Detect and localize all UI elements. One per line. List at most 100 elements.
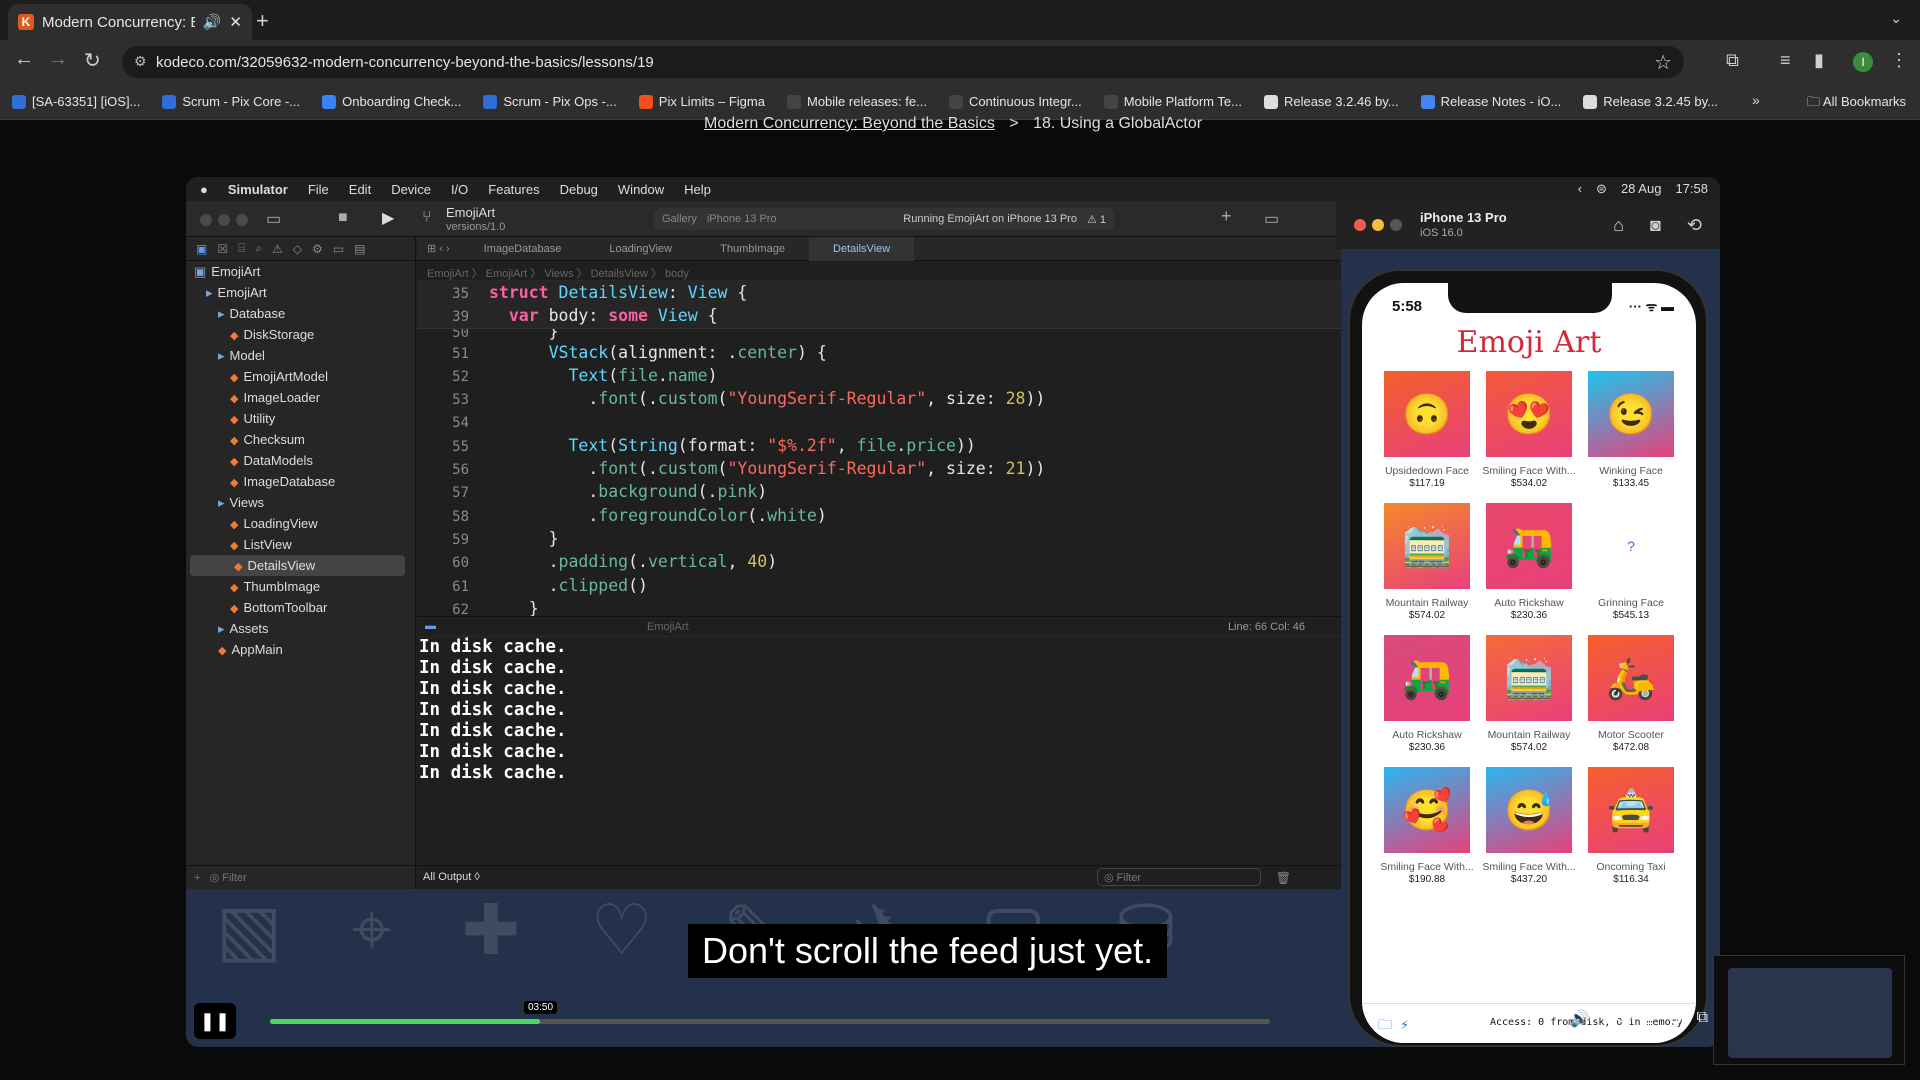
tree-item[interactable]: ◆ ListView	[186, 534, 415, 555]
bookmark-item[interactable]: Pix Limits – Figma	[638, 94, 765, 109]
video-player[interactable]: ● Simulator File Edit Device I/O Features Deb…	[186, 177, 1720, 1047]
avatar[interactable]: I	[1853, 52, 1873, 72]
close-tab-icon[interactable]: ✕	[229, 13, 242, 31]
navigator-filter[interactable]: + ◎ Filter	[186, 865, 416, 889]
emoji-cell[interactable]: 😅 Smiling Face With... $437.20	[1478, 767, 1580, 899]
tree-item[interactable]: ▸ Model	[186, 345, 415, 366]
settings-gear-icon[interactable]: ⚙	[1668, 1009, 1682, 1029]
pause-button[interactable]: ❚❚	[194, 1003, 236, 1039]
media-icon[interactable]: ≡	[1780, 50, 1791, 71]
back-button[interactable]: ←	[14, 48, 34, 71]
mac-menu-item[interactable]: Debug	[560, 182, 598, 197]
grid-icon[interactable]: ⊞ ‹ ›	[417, 242, 460, 255]
site-info-icon[interactable]: ⚙	[134, 53, 147, 70]
mac-menu-item[interactable]: I/O	[451, 182, 468, 197]
bookmark-item[interactable]: Onboarding Check...	[322, 94, 461, 109]
editor-tab[interactable]: DetailsView	[808, 236, 915, 261]
bookmark-item[interactable]: Mobile Platform Te...	[1103, 94, 1242, 109]
code-editor[interactable]: ⊞ ‹ › ImageDatabase LoadingView ThumbImage…	[417, 236, 1341, 889]
stop-button[interactable]: ■	[338, 209, 348, 227]
pip-icon[interactable]: ⧉	[1697, 1009, 1708, 1029]
issue-icon[interactable]: ⚠	[272, 242, 283, 256]
warning-icon[interactable]: ⚠ 1	[1087, 213, 1106, 226]
sim-minimize-light[interactable]	[1372, 219, 1384, 231]
mac-menu-item[interactable]: Device	[391, 182, 431, 197]
emoji-cell[interactable]: 🚞 Mountain Railway $574.02	[1478, 635, 1580, 767]
transcript-icon[interactable]: ≣	[1641, 1009, 1654, 1029]
mac-menu-item[interactable]: Window	[618, 182, 664, 197]
tree-item[interactable]: ▣ EmojiArt	[186, 261, 415, 282]
symbol-icon[interactable]: ⌸	[238, 241, 245, 256]
bookmark-item[interactable]: Scrum - Pix Ops -...	[483, 94, 617, 109]
extensions-icon[interactable]: ⧉	[1726, 50, 1739, 71]
debug-icon[interactable]: ⚙	[312, 242, 323, 256]
emoji-cell[interactable]: 🛺 Auto Rickshaw $230.36	[1376, 635, 1478, 767]
address-bar[interactable]: ⚙ kodeco.com/32059632-modern-concurrency…	[122, 46, 1684, 78]
all-bookmarks[interactable]: 🗀 All Bookmarks	[1807, 93, 1906, 115]
tree-item[interactable]: ◆ EmojiArtModel	[186, 366, 415, 387]
jump-bar[interactable]: EmojiArt 〉 EmojiArt 〉 Views 〉 DetailsVie…	[417, 261, 1341, 281]
emoji-cell[interactable]: 😉 Winking Face $133.45	[1580, 371, 1682, 503]
screenshot-icon[interactable]: ◙	[1650, 215, 1661, 236]
destination-device[interactable]: iPhone 13 Pro	[707, 213, 777, 225]
tree-item[interactable]: ◆ AppMain	[186, 639, 415, 660]
emoji-cell[interactable]: 🛺 Auto Rickshaw $230.36	[1478, 503, 1580, 635]
bookmark-star-icon[interactable]: ☆	[1654, 50, 1672, 75]
run-button[interactable]: ▶	[382, 208, 394, 228]
bookmark-item[interactable]: Release 3.2.46 by...	[1263, 94, 1399, 109]
inspector-toggle-icon[interactable]: ▭	[1264, 209, 1279, 229]
tree-item[interactable]: ◆ LoadingView	[186, 513, 415, 534]
tree-item[interactable]: ◆ DetailsView	[190, 555, 405, 576]
mac-menu-item[interactable]: Edit	[349, 182, 371, 197]
bookmark-item[interactable]: Scrum - Pix Core -...	[162, 94, 300, 109]
find-icon[interactable]: ⌕	[255, 241, 262, 256]
bookmark-item[interactable]: Continuous Integr...	[948, 94, 1082, 109]
tree-item[interactable]: ◆ Checksum	[186, 429, 415, 450]
tree-item[interactable]: ◆ ThumbImage	[186, 576, 415, 597]
mac-menu-item[interactable]: Features	[488, 182, 539, 197]
forward-button[interactable]: →	[48, 48, 68, 71]
tree-item[interactable]: ◆ ImageLoader	[186, 387, 415, 408]
mac-menu-item[interactable]: Help	[684, 182, 711, 197]
home-icon[interactable]: ⌂	[1613, 215, 1624, 236]
speaker-icon[interactable]: 🔊	[203, 13, 222, 31]
test-icon[interactable]: ◇	[293, 242, 302, 256]
sim-zoom-light[interactable]	[1390, 219, 1402, 231]
emoji-cell[interactable]: 🚖 Oncoming Taxi $116.34	[1580, 767, 1682, 899]
bookmark-item[interactable]: [SA-63351] [iOS]...	[12, 94, 140, 109]
picture-in-picture-preview[interactable]	[1713, 955, 1905, 1065]
editor-tab[interactable]: ImageDatabase	[460, 237, 586, 261]
breadcrumb-course-link[interactable]: Modern Concurrency: Beyond the Basics	[704, 115, 995, 132]
tab-search-icon[interactable]: ⌄	[1890, 10, 1902, 27]
tree-item[interactable]: ◆ DiskStorage	[186, 324, 415, 345]
rotate-icon[interactable]: ⟲	[1687, 215, 1702, 236]
bookmark-item[interactable]: Mobile releases: fe...	[786, 94, 927, 109]
new-tab-button[interactable]: +	[256, 8, 269, 34]
emoji-cell[interactable]: 🙃 Upsidedown Face $117.19	[1376, 371, 1478, 503]
volume-icon[interactable]: 🔊	[1570, 1009, 1590, 1029]
mac-menu-item[interactable]: File	[308, 182, 329, 197]
tree-item[interactable]: ▸ Views	[186, 492, 415, 513]
scheme-info[interactable]: EmojiArt versions/1.0	[446, 206, 505, 234]
tree-item[interactable]: ◆ Utility	[186, 408, 415, 429]
menu-icon[interactable]: ⋮	[1890, 50, 1908, 71]
folder-icon[interactable]: ▣	[196, 242, 207, 256]
destination-gallery[interactable]: Gallery	[662, 213, 697, 225]
side-panel-icon[interactable]: ▮	[1814, 50, 1824, 71]
emoji-cell[interactable]: 😍 Smiling Face With... $534.02	[1478, 371, 1580, 503]
console-toggle-icon[interactable]: ▬	[425, 620, 436, 632]
source-control-icon[interactable]: ☒	[217, 242, 228, 256]
bookmark-item[interactable]: Release 3.2.45 by...	[1583, 94, 1718, 109]
emoji-cell[interactable]: 🛵 Motor Scooter $472.08	[1580, 635, 1682, 767]
debug-console[interactable]: ▬ EmojiArt Line: 66 Col: 46 In disk cach…	[417, 616, 1341, 889]
add-icon[interactable]: +	[1221, 206, 1232, 227]
sidebar-toggle-icon[interactable]: ▭	[266, 209, 281, 229]
editor-tab[interactable]: LoadingView	[585, 237, 696, 261]
trash-icon[interactable]: 🗑	[1276, 871, 1291, 885]
editor-tab[interactable]: ThumbImage	[696, 237, 809, 261]
tree-item[interactable]: ◆ DataModels	[186, 450, 415, 471]
tree-item[interactable]: ▸ Database	[186, 303, 415, 324]
bookmark-item[interactable]: Release Notes - iO...	[1420, 94, 1561, 109]
sim-close-light[interactable]	[1354, 219, 1366, 231]
more-bookmarks-icon[interactable]: »	[1752, 92, 1760, 108]
